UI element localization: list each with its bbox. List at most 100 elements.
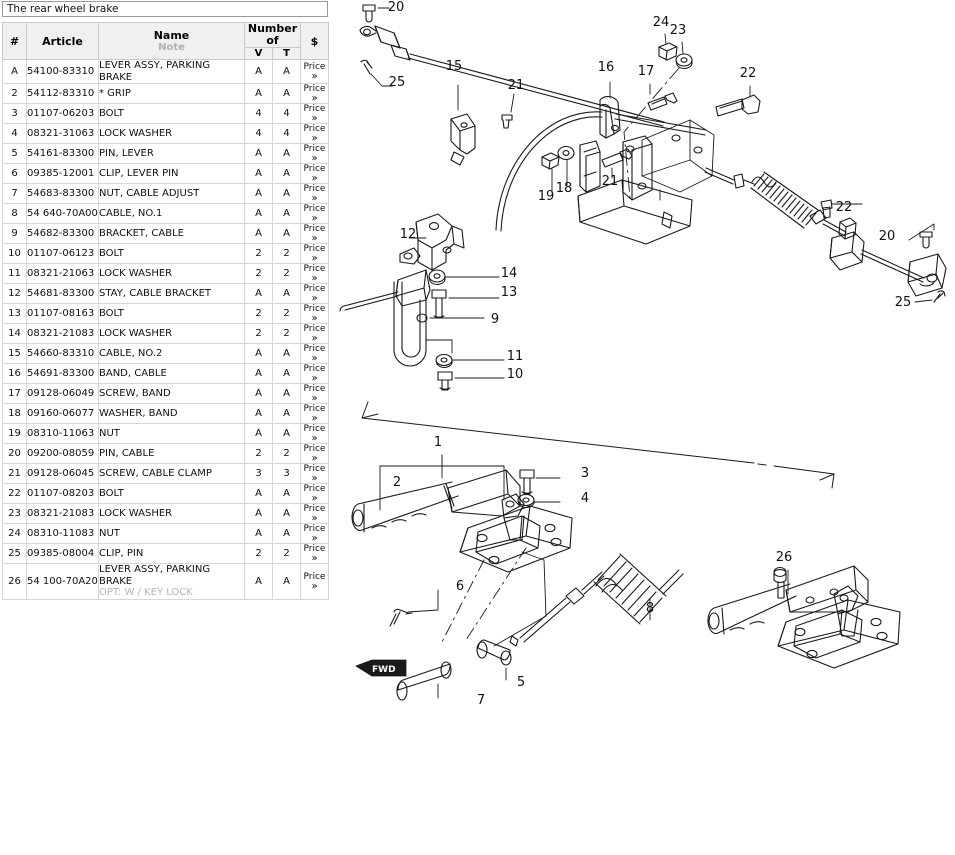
row-price-button[interactable]: Price» bbox=[300, 363, 329, 384]
diagram-callout-3[interactable]: 3 bbox=[581, 466, 589, 481]
row-article-cell[interactable]: 54 640-70A00 bbox=[26, 203, 99, 224]
row-price-button[interactable]: Price» bbox=[300, 443, 329, 464]
table-row[interactable]: 9 54682-83300 BRACKET, CABLE A A Price» bbox=[2, 223, 329, 244]
row-price-button[interactable]: Price» bbox=[300, 483, 329, 504]
diagram-callout-6[interactable]: 6 bbox=[456, 579, 464, 594]
row-price-button[interactable]: Price» bbox=[300, 123, 329, 144]
row-price-button[interactable]: Price» bbox=[300, 223, 329, 244]
table-row[interactable]: A 54100-83310 LEVER ASSY, PARKING BRAKE A A P… bbox=[2, 59, 329, 84]
table-row[interactable]: 24 08310-11083 NUT A A Price» bbox=[2, 523, 329, 544]
diagram-callout-4[interactable]: 4 bbox=[581, 491, 589, 506]
row-price-button[interactable]: Price» bbox=[300, 59, 329, 84]
row-article-cell[interactable]: 09385-12001 bbox=[26, 163, 99, 184]
row-price-button[interactable]: Price» bbox=[300, 183, 329, 204]
column-header-name[interactable]: Name Note bbox=[98, 22, 245, 60]
table-row[interactable]: 7 54683-83300 NUT, CABLE ADJUST A A Price» bbox=[2, 183, 329, 204]
row-article-cell[interactable]: 54682-83300 bbox=[26, 223, 99, 244]
row-price-button[interactable]: Price» bbox=[300, 403, 329, 424]
row-article-cell[interactable]: 54112-83310 bbox=[26, 83, 99, 104]
row-article-cell[interactable]: 54 100-70A20 bbox=[26, 563, 99, 600]
diagram-callout-21[interactable]: 21 bbox=[508, 78, 525, 93]
column-header-number-of[interactable]: Number of bbox=[244, 22, 301, 48]
diagram-callout-11[interactable]: 11 bbox=[507, 349, 524, 364]
diagram-callout-12[interactable]: 12 bbox=[400, 227, 417, 242]
row-price-button[interactable]: Price» bbox=[300, 463, 329, 484]
row-price-button[interactable]: Price» bbox=[300, 323, 329, 344]
diagram-callout-25[interactable]: 25 bbox=[389, 75, 406, 90]
table-row[interactable]: 16 54691-83300 BAND, CABLE A A Price» bbox=[2, 363, 329, 384]
row-article-cell[interactable]: 09160-06077 bbox=[26, 403, 99, 424]
diagram-callout-25[interactable]: 25 bbox=[895, 295, 912, 310]
row-price-button[interactable]: Price» bbox=[300, 263, 329, 284]
table-row[interactable]: 15 54660-83310 CABLE, NO.2 A A Price» bbox=[2, 343, 329, 364]
row-article-cell[interactable]: 09128-06049 bbox=[26, 383, 99, 404]
table-row[interactable]: 3 01107-06203 BOLT 4 4 Price» bbox=[2, 103, 329, 124]
table-row[interactable]: 5 54161-83300 PIN, LEVER A A Price» bbox=[2, 143, 329, 164]
row-price-button[interactable]: Price» bbox=[300, 143, 329, 164]
table-row[interactable]: 2 54112-83310 * GRIP A A Price» bbox=[2, 83, 329, 104]
table-row[interactable]: 14 08321-21083 LOCK WASHER 2 2 Price» bbox=[2, 323, 329, 344]
table-row[interactable]: 10 01107-06123 BOLT 2 2 Price» bbox=[2, 243, 329, 264]
row-article-cell[interactable]: 09385-08004 bbox=[26, 543, 99, 564]
row-article-cell[interactable]: 08321-31063 bbox=[26, 123, 99, 144]
table-row[interactable]: 4 08321-31063 LOCK WASHER 4 4 Price» bbox=[2, 123, 329, 144]
row-article-cell[interactable]: 09128-06045 bbox=[26, 463, 99, 484]
diagram-callout-8[interactable]: 8 bbox=[646, 601, 654, 616]
diagram-callout-18[interactable]: 18 bbox=[556, 181, 573, 196]
row-article-cell[interactable]: 01107-06203 bbox=[26, 103, 99, 124]
row-price-button[interactable]: Price» bbox=[300, 103, 329, 124]
diagram-callout-5[interactable]: 5 bbox=[517, 675, 525, 690]
row-price-button[interactable]: Price» bbox=[300, 243, 329, 264]
table-row[interactable]: 17 09128-06049 SCREW, BAND A A Price» bbox=[2, 383, 329, 404]
table-row[interactable]: 6 09385-12001 CLIP, LEVER PIN A A Price» bbox=[2, 163, 329, 184]
row-article-cell[interactable]: 01107-08203 bbox=[26, 483, 99, 504]
row-price-button[interactable]: Price» bbox=[300, 83, 329, 104]
table-row[interactable]: 12 54681-83300 STAY, CABLE BRACKET A A Price» bbox=[2, 283, 329, 304]
row-article-cell[interactable]: 08310-11063 bbox=[26, 423, 99, 444]
row-article-cell[interactable]: 08310-11083 bbox=[26, 523, 99, 544]
row-price-button[interactable]: Price» bbox=[300, 503, 329, 524]
column-header-qty-t[interactable]: T bbox=[272, 47, 301, 60]
row-price-button[interactable]: Price» bbox=[300, 543, 329, 564]
table-row[interactable]: 8 54 640-70A00 CABLE, NO.1 A A Price» bbox=[2, 203, 329, 224]
column-header-qty-v[interactable]: V bbox=[244, 47, 273, 60]
diagram-callout-9[interactable]: 9 bbox=[491, 312, 499, 327]
diagram-callout-15[interactable]: 15 bbox=[446, 59, 463, 74]
row-article-cell[interactable]: 54100-83310 bbox=[26, 59, 99, 84]
exploded-diagram[interactable]: FWD 2025152116 172423221918 21222025121413… bbox=[334, 0, 955, 855]
diagram-callout-22[interactable]: 22 bbox=[836, 200, 853, 215]
diagram-callout-20[interactable]: 20 bbox=[879, 229, 896, 244]
diagram-callout-7[interactable]: 7 bbox=[477, 693, 485, 708]
diagram-callout-2[interactable]: 2 bbox=[393, 475, 401, 490]
table-row[interactable]: 19 08310-11063 NUT A A Price» bbox=[2, 423, 329, 444]
row-article-cell[interactable]: 54161-83300 bbox=[26, 143, 99, 164]
row-price-button[interactable]: Price» bbox=[300, 163, 329, 184]
diagram-callout-23[interactable]: 23 bbox=[670, 23, 687, 38]
row-article-cell[interactable]: 09200-08059 bbox=[26, 443, 99, 464]
column-header-article[interactable]: Article bbox=[26, 22, 99, 60]
row-article-cell[interactable]: 08321-21083 bbox=[26, 323, 99, 344]
row-article-cell[interactable]: 08321-21063 bbox=[26, 263, 99, 284]
table-row[interactable]: 18 09160-06077 WASHER, BAND A A Price» bbox=[2, 403, 329, 424]
column-header-price[interactable]: $ bbox=[300, 22, 329, 60]
row-price-button[interactable]: Price» bbox=[300, 563, 329, 600]
diagram-callout-1[interactable]: 1 bbox=[434, 435, 442, 450]
row-price-button[interactable]: Price» bbox=[300, 303, 329, 324]
row-price-button[interactable]: Price» bbox=[300, 203, 329, 224]
diagram-callout-21[interactable]: 21 bbox=[602, 174, 619, 189]
diagram-callout-13[interactable]: 13 bbox=[501, 285, 518, 300]
row-article-cell[interactable]: 54683-83300 bbox=[26, 183, 99, 204]
table-row[interactable]: 22 01107-08203 BOLT A A Price» bbox=[2, 483, 329, 504]
diagram-callout-22[interactable]: 22 bbox=[740, 66, 757, 81]
table-row[interactable]: 25 09385-08004 CLIP, PIN 2 2 Price» bbox=[2, 543, 329, 564]
diagram-callout-20[interactable]: 20 bbox=[388, 0, 405, 15]
diagram-callout-10[interactable]: 10 bbox=[507, 367, 524, 382]
table-row[interactable]: 13 01107-08163 BOLT 2 2 Price» bbox=[2, 303, 329, 324]
row-price-button[interactable]: Price» bbox=[300, 423, 329, 444]
exploded-diagram-panel[interactable]: FWD 20 25 15 21 16 17 24 23 22 19 18 21 22 20 25 12 14 13… bbox=[334, 0, 955, 855]
diagram-callout-14[interactable]: 14 bbox=[501, 266, 518, 281]
row-article-cell[interactable]: 54681-83300 bbox=[26, 283, 99, 304]
row-price-button[interactable]: Price» bbox=[300, 523, 329, 544]
diagram-callout-19[interactable]: 19 bbox=[538, 189, 555, 204]
diagram-callout-24[interactable]: 24 bbox=[653, 15, 670, 30]
